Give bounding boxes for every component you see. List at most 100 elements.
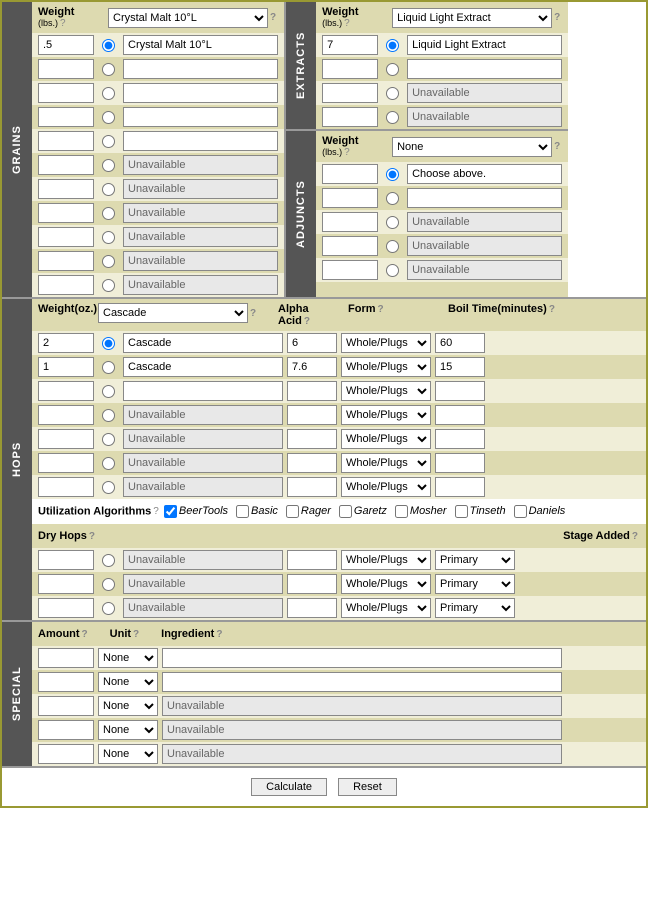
util-checkbox[interactable] [514,505,527,518]
row-radio[interactable] [102,231,115,244]
help-icon[interactable]: ? [304,316,310,327]
name-input[interactable] [123,477,283,497]
alpha-input[interactable] [287,598,337,618]
name-input[interactable] [123,429,283,449]
ingredient-input[interactable] [162,672,562,692]
alpha-input[interactable] [287,477,337,497]
util-checkbox[interactable] [455,505,468,518]
weight-input[interactable] [38,179,94,199]
util-option[interactable]: Rager [286,505,331,517]
help-icon[interactable]: ? [344,18,350,29]
name-input[interactable] [123,227,278,247]
ingredient-input[interactable] [162,696,562,716]
weight-input[interactable] [38,59,94,79]
weight-input[interactable] [38,333,94,353]
unit-select[interactable]: None [98,648,158,668]
name-input[interactable] [123,381,283,401]
ingredient-input[interactable] [162,720,562,740]
name-input[interactable] [123,333,283,353]
weight-input[interactable] [38,550,94,570]
amount-input[interactable] [38,744,94,764]
row-radio[interactable] [102,255,115,268]
row-radio[interactable] [102,554,115,567]
name-input[interactable] [123,83,278,103]
adjuncts-selector[interactable]: None [392,137,552,157]
row-radio[interactable] [386,87,399,100]
help-icon[interactable]: ? [549,304,555,315]
row-radio[interactable] [386,111,399,124]
weight-input[interactable] [322,164,378,184]
help-icon[interactable]: ? [554,12,560,23]
weight-input[interactable] [38,275,94,295]
row-radio[interactable] [102,578,115,591]
calculate-button[interactable]: Calculate [251,778,327,796]
amount-input[interactable] [38,720,94,740]
weight-input[interactable] [38,131,94,151]
row-radio[interactable] [102,409,115,422]
name-input[interactable] [123,203,278,223]
weight-input[interactable] [38,155,94,175]
weight-input[interactable] [38,405,94,425]
name-input[interactable] [123,405,283,425]
util-checkbox[interactable] [395,505,408,518]
boiltime-input[interactable] [435,453,485,473]
unit-select[interactable]: None [98,744,158,764]
util-option[interactable]: Garetz [339,505,387,517]
row-radio[interactable] [102,279,115,292]
name-input[interactable] [407,83,562,103]
name-input[interactable] [123,131,278,151]
row-radio[interactable] [102,337,115,350]
row-radio[interactable] [102,385,115,398]
weight-input[interactable] [322,260,378,280]
alpha-input[interactable] [287,405,337,425]
boiltime-input[interactable] [435,429,485,449]
name-input[interactable] [407,236,562,256]
amount-input[interactable] [38,696,94,716]
form-select[interactable]: Whole/Plugs [341,333,431,353]
util-checkbox[interactable] [236,505,249,518]
name-input[interactable] [123,574,283,594]
weight-input[interactable] [322,83,378,103]
name-input[interactable] [407,212,562,232]
util-checkbox[interactable] [339,505,352,518]
row-radio[interactable] [102,39,115,52]
help-icon[interactable]: ? [344,147,350,158]
help-icon[interactable]: ? [632,531,638,542]
alpha-input[interactable] [287,550,337,570]
name-input[interactable] [407,35,562,55]
row-radio[interactable] [102,433,115,446]
name-input[interactable] [123,107,278,127]
alpha-input[interactable] [287,453,337,473]
help-icon[interactable]: ? [133,629,139,640]
util-option[interactable]: Tinseth [455,505,506,517]
row-radio[interactable] [386,168,399,181]
row-radio[interactable] [102,135,115,148]
boiltime-input[interactable] [435,333,485,353]
row-radio[interactable] [386,63,399,76]
util-checkbox[interactable] [286,505,299,518]
name-input[interactable] [123,251,278,271]
name-input[interactable] [407,188,562,208]
stage-select[interactable]: Primary [435,574,515,594]
row-radio[interactable] [386,39,399,52]
row-radio[interactable] [102,457,115,470]
amount-input[interactable] [38,672,94,692]
form-select[interactable]: Whole/Plugs [341,574,431,594]
grains-selector[interactable]: Crystal Malt 10°L [108,8,268,28]
help-icon[interactable]: ? [153,506,159,517]
row-radio[interactable] [102,63,115,76]
name-input[interactable] [123,59,278,79]
name-input[interactable] [123,598,283,618]
row-radio[interactable] [102,481,115,494]
weight-input[interactable] [322,236,378,256]
alpha-input[interactable] [287,574,337,594]
weight-input[interactable] [322,188,378,208]
name-input[interactable] [407,164,562,184]
row-radio[interactable] [102,361,115,374]
name-input[interactable] [123,550,283,570]
weight-input[interactable] [38,429,94,449]
extracts-selector[interactable]: Liquid Light Extract [392,8,552,28]
row-radio[interactable] [386,264,399,277]
ingredient-input[interactable] [162,648,562,668]
help-icon[interactable]: ? [82,629,88,640]
